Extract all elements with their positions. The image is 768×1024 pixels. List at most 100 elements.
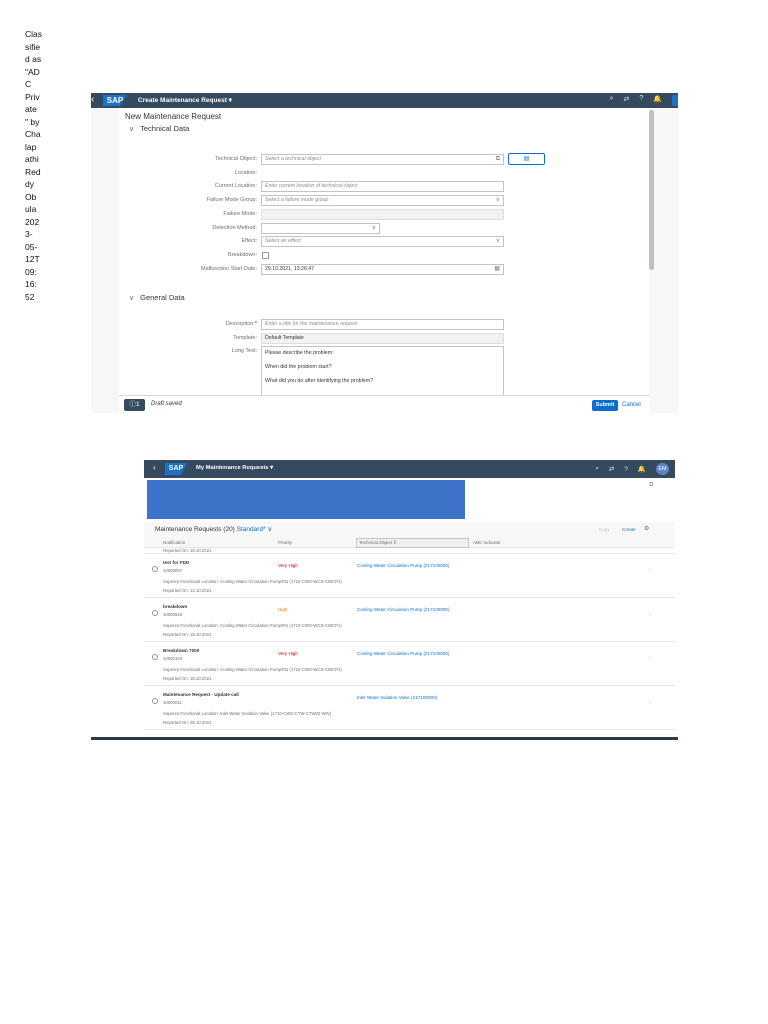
reported-on: Reported On: 08.10.2021 — [163, 720, 212, 725]
sap-logo[interactable]: SAP — [165, 463, 187, 475]
search-icon[interactable]: ⌕ — [595, 465, 599, 473]
redacted-filter-bar — [147, 480, 465, 519]
reported-on: Reported On: 18.10.2021 — [163, 632, 212, 637]
technical-object-input[interactable]: Select a technical object ⧉ — [261, 154, 504, 165]
superior-functional-location: Superior Functional Location: Cooling Wa… — [163, 579, 342, 584]
back-icon[interactable]: ‹ — [153, 463, 156, 472]
classification-line: 3- — [25, 229, 33, 239]
malfunction-start-date-picker[interactable]: 29.10.2021, 13:26:47 ▦ — [261, 264, 504, 275]
message-popover-button[interactable]: ⓘ1 — [124, 399, 145, 411]
superior-functional-location: Superior Functional Location: Cooling Wa… — [163, 667, 342, 672]
col-notification[interactable]: Notification — [163, 540, 185, 545]
notification-id: 10000918 — [163, 612, 183, 617]
notification-id: 10000104 — [163, 656, 183, 661]
notification-icon[interactable]: 🔔 — [653, 95, 662, 106]
notification-icon[interactable]: 🔔 — [638, 465, 646, 473]
back-icon[interactable]: ‹ — [91, 94, 94, 105]
shell-actions: ⌕ ⇄ ? 🔔 — [610, 95, 678, 106]
classification-line: C — [25, 79, 32, 89]
calendar-icon[interactable]: ▦ — [494, 265, 500, 274]
chevron-right-icon[interactable]: › — [649, 568, 651, 574]
classification-line: Clas — [25, 29, 43, 39]
technical-object-link[interactable]: Cooling Water Circulation Pump (21710000… — [357, 651, 450, 656]
reported-on: Reported On: 12.10.2021 — [163, 588, 212, 593]
label-effect: Effect: — [241, 238, 258, 244]
priority-value: Very High — [278, 563, 298, 568]
page-title: New Maintenance Request — [125, 112, 222, 121]
screenshot-my-requests: ‹ SAP My Maintenance Requests ▾ ⌕ ⇄ ? 🔔 … — [91, 460, 678, 740]
row-select-radio[interactable] — [152, 566, 158, 572]
row-select-radio[interactable] — [152, 654, 158, 660]
effect-select[interactable]: Select an effect ∨ — [261, 236, 504, 247]
help-icon[interactable]: ? — [639, 95, 643, 106]
label-malfunction-start: Malfunction Start Date: — [201, 266, 257, 272]
table-row[interactable]: Breakdown 7000 10000104 Very High Cooling W… — [144, 642, 675, 686]
chevron-down-icon[interactable]: ∨ — [372, 224, 376, 233]
technical-object-link[interactable]: Cooling Water Circulation Pump (21710000… — [357, 607, 450, 612]
settings-icon[interactable]: ⚙ — [644, 525, 649, 532]
failure-mode-select[interactable] — [261, 209, 504, 220]
classification-line: 05- — [25, 241, 38, 252]
chevron-right-icon[interactable]: › — [649, 700, 651, 706]
share-icon[interactable]: ⇄ — [624, 95, 630, 106]
notification-title: breakdown — [163, 604, 188, 609]
technical-object-scan-button[interactable]: ▤ — [508, 153, 545, 165]
col-priority[interactable]: Priority — [278, 540, 292, 545]
table-title: Maintenance Requests (20) Standard* ∨ — [155, 526, 273, 533]
section-general-data[interactable]: ∨ General Data — [129, 293, 185, 302]
classification-line: 202 — [25, 216, 40, 227]
copy-button[interactable]: Copy — [599, 527, 610, 532]
shell-bar: ‹ SAP My Maintenance Requests ▾ ⌕ ⇄ ? 🔔 … — [144, 460, 675, 478]
value-help-icon[interactable]: ⧉ — [496, 155, 500, 164]
app-title[interactable]: Create Maintenance Request ▾ — [138, 96, 232, 104]
failure-mode-group-select[interactable]: Select a failure mode group ∨ — [261, 195, 504, 206]
technical-object-link[interactable]: Inlet Water Isolation Valve (217100000) — [357, 695, 437, 700]
label-failure-mode: Failure Mode: — [223, 211, 257, 217]
avatar[interactable] — [672, 95, 678, 106]
chevron-right-icon[interactable]: › — [649, 656, 651, 662]
table-row[interactable]: test for FDD 10000007 Very High Cooling Wat… — [144, 554, 675, 598]
template-field: Default Template — [261, 333, 504, 344]
chevron-down-icon: ∨ — [129, 295, 135, 302]
classification-line: 09: — [25, 266, 37, 277]
screenshot-create-request: ‹ SAP Create Maintenance Request ▾ ⌕ ⇄ ?… — [91, 93, 678, 413]
breakdown-checkbox[interactable] — [262, 252, 269, 259]
table-row[interactable]: breakdown 10000918 High Cooling Water Circu… — [144, 598, 675, 642]
share-icon[interactable]: ⇄ — [609, 465, 614, 473]
current-location-input[interactable]: Enter current location of technical obje… — [261, 181, 504, 192]
cancel-button[interactable]: Cancel — [622, 400, 641, 411]
classification-line: ate — [25, 104, 37, 114]
classification-line: 16: — [25, 279, 37, 289]
variant-selector[interactable]: Standard* ∨ — [237, 526, 272, 533]
col-technical-object[interactable]: Technical Object ⊽ — [359, 540, 397, 546]
chevron-right-icon[interactable]: › — [649, 612, 651, 618]
superior-functional-location: Superior Functional Location: Inlet Wate… — [163, 711, 332, 716]
table-row[interactable]: Maintenance Request - Update call 1000001… — [144, 686, 675, 730]
help-icon[interactable]: ? — [624, 466, 628, 473]
detection-method-select[interactable]: ∨ — [261, 223, 380, 234]
label-location: Location: — [234, 170, 257, 176]
search-icon[interactable]: ⌕ — [610, 95, 614, 106]
classification-line: 12T — [25, 254, 40, 264]
long-text-area[interactable]: Please describe the problem: When did th… — [261, 346, 504, 396]
section-title: General Data — [140, 293, 185, 302]
sap-logo[interactable]: SAP — [103, 95, 127, 106]
row-select-radio[interactable] — [152, 698, 158, 704]
avatar[interactable]: EM — [656, 463, 669, 475]
classification-label: Clas sifie d as "AD C Priv ate " by Cha lap athi Re… — [25, 28, 49, 303]
app-title[interactable]: My Maintenance Requests ▾ — [196, 465, 273, 471]
technical-object-link[interactable]: Cooling Water Circulation Pump (21710000… — [357, 563, 450, 568]
section-technical-data[interactable]: ∨ Technical Data — [129, 124, 189, 133]
classification-line: Cha — [25, 129, 41, 139]
submit-button[interactable]: Submit — [592, 400, 618, 411]
scrollbar[interactable] — [649, 110, 654, 270]
external-link-icon[interactable]: ⧉ — [649, 482, 653, 489]
chevron-down-icon[interactable]: ∨ — [496, 196, 500, 205]
col-abc-indicator[interactable]: ABC Indicator — [473, 540, 501, 545]
left-margin — [91, 460, 144, 740]
label-breakdown: Breakdown: — [227, 252, 257, 258]
row-select-radio[interactable] — [152, 610, 158, 616]
create-button[interactable]: Create — [622, 527, 636, 532]
chevron-down-icon[interactable]: ∨ — [496, 237, 500, 246]
description-input[interactable]: Enter a title for the maintenance reques… — [261, 319, 504, 330]
